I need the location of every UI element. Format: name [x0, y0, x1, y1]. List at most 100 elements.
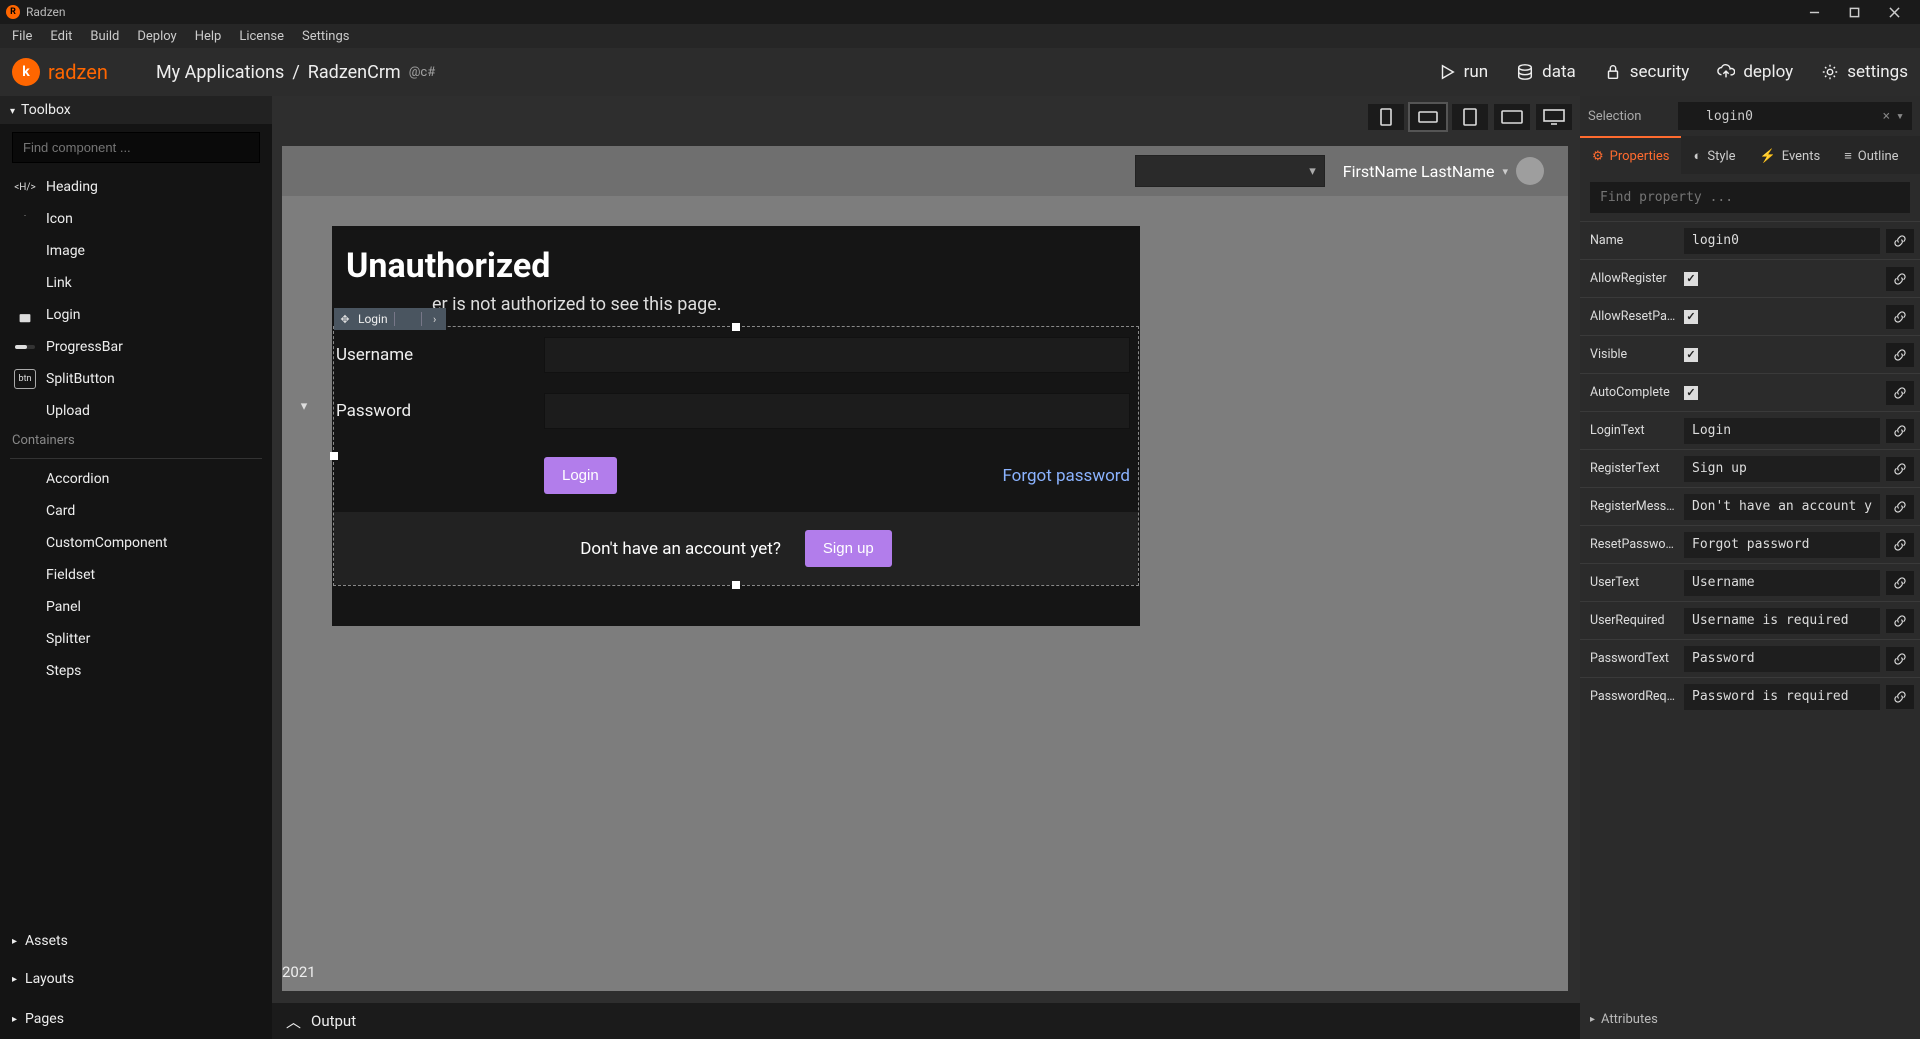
- property-checkbox[interactable]: ✓: [1684, 310, 1698, 324]
- action-run[interactable]: run: [1438, 62, 1489, 82]
- move-icon[interactable]: ✥: [338, 312, 352, 326]
- bind-icon[interactable]: [1886, 609, 1914, 633]
- bind-icon[interactable]: [1886, 495, 1914, 519]
- maximize-button[interactable]: [1834, 1, 1874, 23]
- property-row: UserRequired: [1580, 601, 1920, 639]
- menu-license[interactable]: License: [231, 27, 292, 46]
- delete-page-icon[interactable]: [221, 1009, 236, 1029]
- container-card[interactable]: Card: [0, 495, 272, 527]
- property-checkbox[interactable]: ✓: [1684, 348, 1698, 362]
- bind-icon[interactable]: [1886, 685, 1914, 709]
- action-security[interactable]: security: [1604, 62, 1690, 82]
- component-icon[interactable]: Icon: [0, 203, 272, 235]
- property-input[interactable]: [1684, 228, 1880, 254]
- property-input[interactable]: [1684, 570, 1880, 596]
- menu-deploy[interactable]: Deploy: [129, 27, 184, 46]
- bind-icon[interactable]: [1886, 305, 1914, 329]
- toolbox-header[interactable]: Toolbox: [0, 96, 272, 124]
- tab-style[interactable]: ◐Style: [1681, 136, 1747, 174]
- action-settings[interactable]: settings: [1821, 62, 1908, 82]
- property-input[interactable]: [1684, 684, 1880, 710]
- device-phone[interactable]: [1368, 104, 1404, 130]
- device-tablet[interactable]: [1452, 104, 1488, 130]
- add-attribute-icon[interactable]: [1895, 1010, 1910, 1029]
- menu-build[interactable]: Build: [82, 27, 127, 46]
- property-input[interactable]: [1684, 418, 1880, 444]
- component-progressbar[interactable]: ProgressBar: [0, 331, 272, 363]
- login-button[interactable]: Login: [544, 457, 617, 494]
- user-profile[interactable]: FirstName LastName ▾: [1343, 157, 1544, 185]
- menu-file[interactable]: File: [4, 27, 40, 46]
- page-card[interactable]: Unauthorized ✥ Login › er is not authori…: [332, 226, 1140, 626]
- component-login[interactable]: Login: [0, 299, 272, 331]
- bind-icon[interactable]: [1886, 571, 1914, 595]
- property-input[interactable]: [1684, 456, 1880, 482]
- container-panel[interactable]: Panel: [0, 591, 272, 623]
- signup-button[interactable]: Sign up: [805, 530, 892, 567]
- selection-dropdown[interactable]: login0 ×▾: [1678, 102, 1912, 130]
- bind-icon[interactable]: [1886, 343, 1914, 367]
- property-search-input[interactable]: [1590, 182, 1910, 213]
- device-phone-land[interactable]: [1410, 104, 1446, 130]
- action-data[interactable]: data: [1516, 62, 1576, 82]
- component-search-input[interactable]: [12, 132, 260, 163]
- property-checkbox[interactable]: ✓: [1684, 272, 1698, 286]
- component-splitbutton[interactable]: btnSplitButton: [0, 363, 272, 395]
- container-splitter[interactable]: Splitter: [0, 623, 272, 655]
- page-collapse-toggle[interactable]: ▾: [294, 396, 314, 416]
- add-page-icon[interactable]: [244, 1009, 260, 1029]
- property-input[interactable]: [1684, 532, 1880, 558]
- bind-icon[interactable]: [1886, 419, 1914, 443]
- minimize-button[interactable]: [1794, 1, 1834, 23]
- forgot-password-link[interactable]: Forgot password: [1002, 466, 1130, 486]
- password-input[interactable]: [544, 393, 1130, 429]
- container-fieldset[interactable]: Fieldset: [0, 559, 272, 591]
- device-desktop[interactable]: [1536, 104, 1572, 130]
- palette-icon: ◐: [1693, 148, 1701, 164]
- close-button[interactable]: [1874, 1, 1914, 23]
- tab-properties[interactable]: ⚙Properties: [1580, 136, 1681, 174]
- property-checkbox[interactable]: ✓: [1684, 386, 1698, 400]
- container-custom[interactable]: CustomComponent: [0, 527, 272, 559]
- bind-icon[interactable]: [1886, 457, 1914, 481]
- output-panel-header[interactable]: ︿ Output: [272, 1003, 1580, 1039]
- username-input[interactable]: [544, 337, 1130, 373]
- bind-icon[interactable]: [1886, 381, 1914, 405]
- action-deploy[interactable]: deploy: [1717, 62, 1793, 82]
- clear-selection-icon[interactable]: ×: [1882, 109, 1890, 124]
- component-upload[interactable]: Upload: [0, 395, 272, 427]
- attributes-section[interactable]: ▸Attributes: [1580, 1000, 1920, 1039]
- list-icon: ≡: [1844, 148, 1852, 164]
- bind-icon[interactable]: [1886, 647, 1914, 671]
- property-input[interactable]: [1684, 646, 1880, 672]
- menu-settings[interactable]: Settings: [294, 27, 357, 46]
- menu-help[interactable]: Help: [187, 27, 230, 46]
- breadcrumb[interactable]: My Applications / RadzenCrm @c#: [130, 61, 435, 84]
- bind-icon[interactable]: [1886, 267, 1914, 291]
- designer-surface[interactable]: ▾ FirstName LastName ▾ ▾ Unauthorized ✥ …: [282, 146, 1568, 991]
- add-layout-icon[interactable]: [244, 969, 260, 989]
- login-component[interactable]: Username Password Login Forgot password: [334, 327, 1138, 585]
- device-tablet-land[interactable]: [1494, 104, 1530, 130]
- chevron-right-icon[interactable]: ›: [428, 312, 442, 326]
- menu-edit[interactable]: Edit: [42, 27, 80, 46]
- tab-events[interactable]: ⚡Events: [1748, 136, 1833, 174]
- logo[interactable]: k radzen: [12, 58, 108, 86]
- panel-layouts[interactable]: ▸Layouts: [0, 959, 272, 999]
- property-input[interactable]: [1684, 608, 1880, 634]
- header-dropdown[interactable]: ▾: [1135, 155, 1325, 187]
- component-image[interactable]: Image: [0, 235, 272, 267]
- bind-icon[interactable]: [1886, 533, 1914, 557]
- panel-assets[interactable]: ▸Assets: [0, 923, 272, 959]
- property-input[interactable]: [1684, 494, 1880, 520]
- container-steps[interactable]: Steps: [0, 655, 272, 687]
- panel-pages[interactable]: ▸Pages: [0, 999, 272, 1039]
- container-accordion[interactable]: Accordion: [0, 463, 272, 495]
- component-heading[interactable]: <H/>Heading: [0, 171, 272, 203]
- chevron-down-icon[interactable]: ▾: [1896, 109, 1904, 124]
- property-row: ResetPasswordT…: [1580, 525, 1920, 563]
- tab-outline[interactable]: ≡Outline: [1832, 136, 1910, 174]
- delete-icon[interactable]: [401, 312, 415, 326]
- component-link[interactable]: Link: [0, 267, 272, 299]
- bind-icon[interactable]: [1886, 229, 1914, 253]
